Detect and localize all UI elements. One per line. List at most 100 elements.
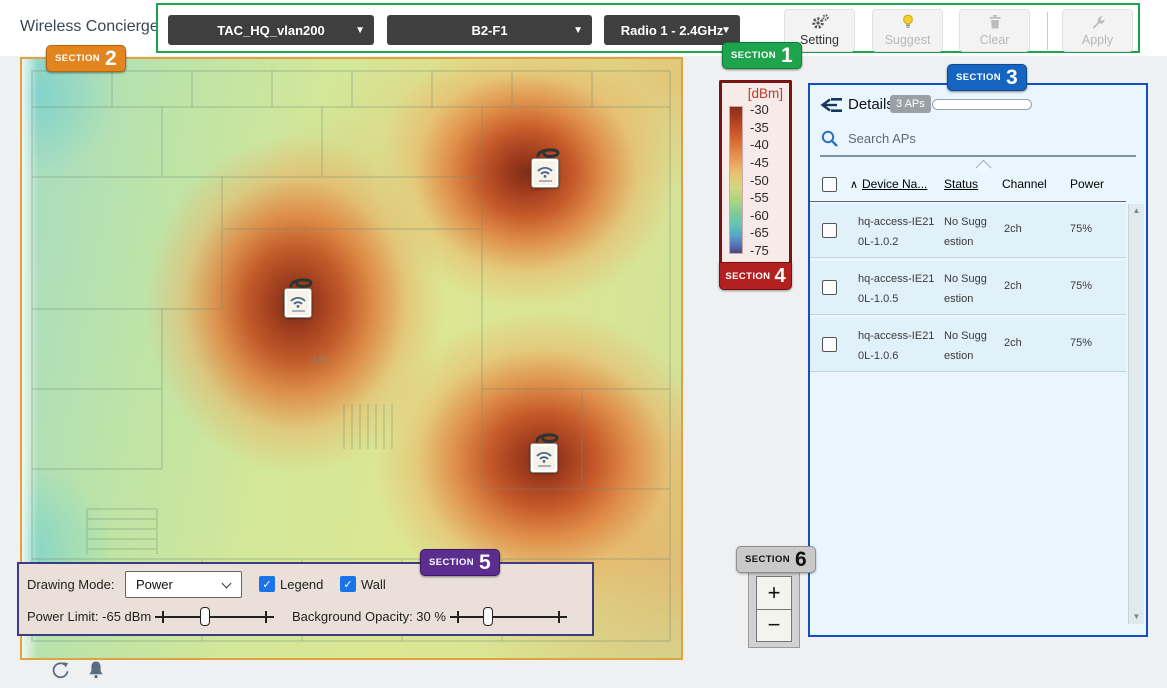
legend-tick: -40 [750,138,788,151]
ap-label-dots [292,310,305,312]
chevron-down-icon [222,579,232,589]
radio-dropdown-value: Radio 1 - 2.4GHz [621,23,724,38]
drawing-mode-label: Drawing Mode: [27,577,114,592]
floor-dropdown[interactable]: B2-F1 ▼ [387,15,592,45]
search-row: Search APs [810,127,1146,151]
power-limit-label: Power Limit: -65 dBm [27,609,151,624]
section-1-label: SECTION 1 [722,42,802,69]
ap-marker-1[interactable] [530,147,560,188]
scroll-down-icon[interactable]: ▼ [1133,613,1141,621]
ap-table-body: hq-access-IE21 0L-1.0.2 No Sugg estion 2… [810,204,1126,375]
sort-ascending-icon[interactable]: ∧ [850,178,858,191]
floor-dropdown-value: B2-F1 [471,23,507,38]
collapse-panel-icon[interactable] [820,96,844,119]
cell-power: 75% [1070,337,1092,349]
ap-marker-2[interactable] [283,277,313,318]
cell-power: 75% [1070,223,1092,235]
chevron-down-icon: ▼ [355,25,365,36]
column-header-status[interactable]: Status [944,177,978,191]
wifi-ap-icon [530,443,558,473]
drawing-mode-select[interactable]: Power [125,571,242,598]
cell-channel: 2ch [1004,280,1022,292]
table-row[interactable]: hq-access-IE21 0L-1.0.6 No Sugg estion 2… [810,318,1126,372]
footer-icon-bar [50,659,106,686]
wireless-concierge-app: Wireless Concierge TAC_HQ_vlan200 ▼ B2-F… [0,0,1167,688]
drawing-mode-value: Power [136,577,173,592]
section-3-label: SECTION 3 [947,64,1027,91]
select-all-checkbox[interactable] [822,177,837,192]
background-opacity-label: Background Opacity: 30 % [292,609,446,624]
header-bar: Wireless Concierge TAC_HQ_vlan200 ▼ B2-F… [0,0,1167,56]
trash-icon [987,14,1003,32]
column-header-power: Power [1070,177,1104,191]
network-dropdown[interactable]: TAC_HQ_vlan200 ▼ [168,15,374,45]
cell-status: No Sugg estion [944,326,1002,367]
column-header-channel: Channel [1002,177,1047,191]
power-limit-slider-thumb[interactable] [200,607,210,626]
wifi-ap-icon [531,158,559,188]
drawing-mode-row: Drawing Mode: Power ✓ Legend ✓ Wall [19,571,592,599]
cell-channel: 2ch [1004,223,1022,235]
section-4-label: SECTION 4 [719,262,792,290]
legend-tick: -45 [750,156,788,169]
table-scrollbar[interactable]: ▲ ▼ [1128,204,1144,624]
floor-label: 450 [312,354,330,366]
scroll-up-icon[interactable]: ▲ [1133,207,1141,215]
table-header: ∧ Device Na... Status Channel Power [810,169,1126,202]
legend-tick: -65 [750,226,788,239]
wall-checkbox-label[interactable]: Wall [361,577,386,592]
row-checkbox[interactable] [822,223,837,238]
ap-count-badge: 3 APs [890,95,931,113]
panel-header: Details 3 APs [810,93,1146,119]
zoom-out-button[interactable]: − [757,609,791,642]
network-dropdown-value: TAC_HQ_vlan200 [217,23,324,38]
radio-dropdown[interactable]: Radio 1 - 2.4GHz ▼ [604,15,740,45]
clear-button[interactable]: Clear [959,9,1030,52]
search-underline [820,155,1136,157]
table-row[interactable]: hq-access-IE21 0L-1.0.2 No Sugg estion 2… [810,204,1126,258]
page-title: Wireless Concierge [20,18,159,36]
cell-status: No Sugg estion [944,212,1002,253]
toolbar: TAC_HQ_vlan200 ▼ B2-F1 ▼ Radio 1 - 2.4GH… [156,3,1140,53]
row-checkbox[interactable] [822,280,837,295]
map-zoom-controls: + − [748,570,800,648]
cell-channel: 2ch [1004,337,1022,349]
cell-device-name: hq-access-IE21 0L-1.0.6 [858,326,944,367]
suggest-button-label: Suggest [885,33,931,47]
cell-power: 75% [1070,280,1092,292]
cell-device-name: hq-access-IE21 0L-1.0.5 [858,269,944,310]
table-row[interactable]: hq-access-IE21 0L-1.0.5 No Sugg estion 2… [810,261,1126,315]
legend-tick: -30 [750,103,788,116]
wall-checkbox[interactable]: ✓ [340,576,356,592]
details-label: Details [848,96,894,113]
legend-tick: -75 [750,244,788,257]
refresh-icon[interactable] [50,659,72,686]
row-checkbox[interactable] [822,337,837,352]
bell-icon[interactable] [86,659,106,686]
background-opacity-slider[interactable] [450,607,567,627]
legend-tick: -50 [750,174,788,187]
legend-tick: -60 [750,209,788,222]
apply-button-label: Apply [1082,33,1113,47]
suggest-button[interactable]: Suggest [872,9,943,52]
legend-checkbox-label[interactable]: Legend [280,577,323,592]
ap-details-panel: Details 3 APs Search APs ∧ Device Na... … [808,83,1148,637]
legend-tick: -55 [750,191,788,204]
cell-device-name: hq-access-IE21 0L-1.0.2 [858,212,944,253]
section-5-label: SECTION 5 [420,549,500,576]
zoom-in-button[interactable]: + [757,577,791,609]
power-limit-slider[interactable] [155,607,274,627]
drawing-controls-panel: Drawing Mode: Power ✓ Legend ✓ Wall Powe… [17,562,594,636]
toolbar-divider [1047,12,1048,50]
ap-capacity-bar[interactable] [932,99,1032,110]
search-input[interactable]: Search APs [848,131,916,146]
ap-marker-3[interactable] [529,432,559,473]
apply-button[interactable]: Apply [1062,9,1133,52]
legend-checkbox[interactable]: ✓ [259,576,275,592]
section-2-label: SECTION 2 [46,45,126,72]
column-header-device-name[interactable]: Device Na... [862,177,927,191]
background-opacity-slider-thumb[interactable] [483,607,493,626]
clear-button-label: Clear [980,33,1010,47]
wifi-ap-icon [284,288,312,318]
legend-unit-label: [dBm] [748,86,783,101]
